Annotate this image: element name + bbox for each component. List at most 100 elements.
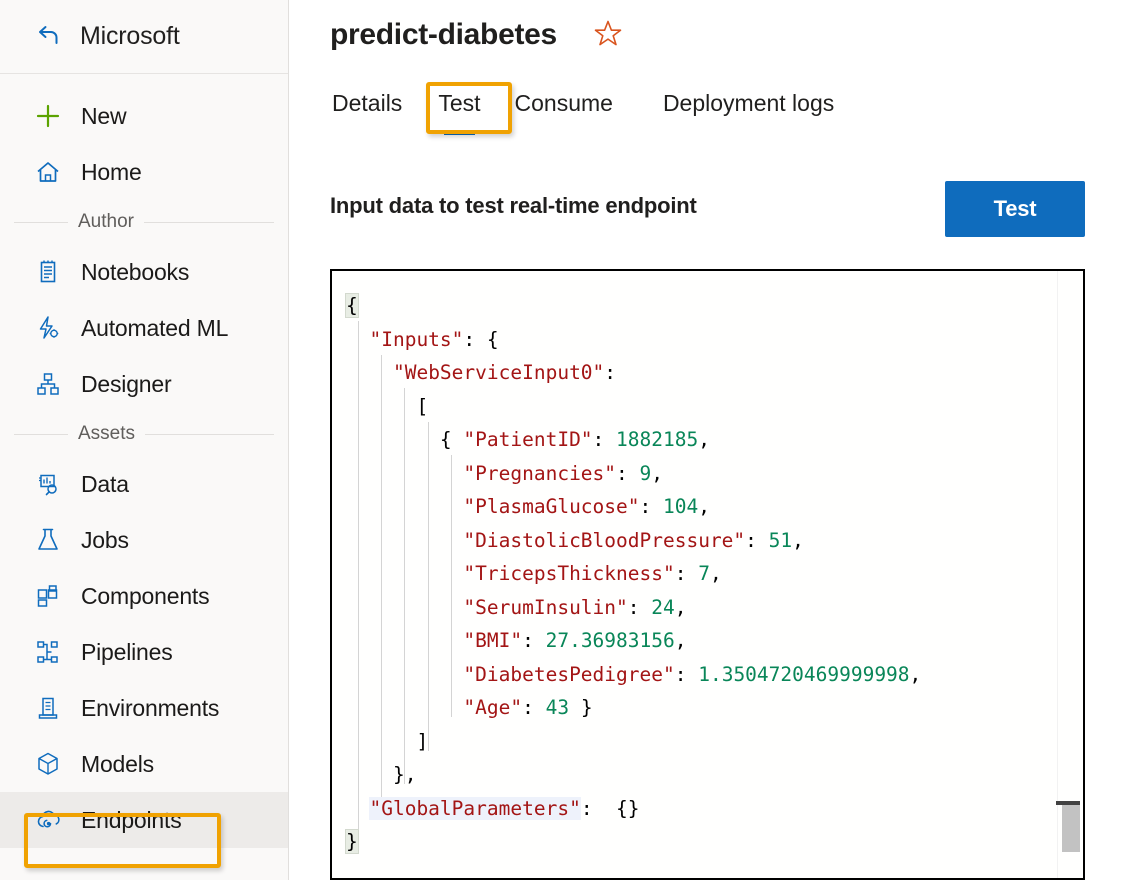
sidebar-item-pipelines[interactable]: Pipelines xyxy=(0,624,288,680)
sidebar-item-designer[interactable]: Designer xyxy=(0,356,288,412)
code-line: "TricepsThickness": 7, xyxy=(346,557,1083,591)
code-token: { xyxy=(440,428,463,451)
code-token: 104 xyxy=(663,495,698,518)
code-line: [ xyxy=(346,390,1083,424)
code-token: : xyxy=(604,361,616,384)
page-title: predict-diabetes xyxy=(330,18,557,52)
code-token: , xyxy=(698,428,710,451)
code-line: { "PatientID": 1882185, xyxy=(346,423,1083,457)
code-line: "Pregnancies": 9, xyxy=(346,457,1083,491)
test-button[interactable]: Test xyxy=(945,181,1085,237)
code-line: "DiabetesPedigree": 1.3504720469999998, xyxy=(346,658,1083,692)
tab-label: Consume xyxy=(515,90,613,116)
sidebar: Microsoft New Home Author xyxy=(0,0,289,880)
sidebar-item-home[interactable]: Home xyxy=(0,144,288,200)
sidebar-section-label: Author xyxy=(78,211,134,233)
code-token: : xyxy=(675,663,698,686)
page-header: predict-diabetes xyxy=(330,13,625,56)
sidebar-item-label: New xyxy=(81,103,126,130)
code-line: }, xyxy=(346,758,1083,792)
notebook-icon xyxy=(34,258,62,286)
code-token: "WebServiceInput0" xyxy=(393,361,604,384)
code-token: "Age" xyxy=(463,696,522,719)
endpoints-icon xyxy=(34,806,62,834)
tab-label: Deployment logs xyxy=(663,90,834,116)
sidebar-item-label: Pipelines xyxy=(81,639,173,666)
code-token: : { xyxy=(463,328,498,351)
tab-details[interactable]: Details xyxy=(330,86,404,123)
code-line: } xyxy=(346,825,1083,859)
tab-label: Details xyxy=(332,90,402,116)
divider-right xyxy=(145,434,274,435)
sidebar-item-notebooks[interactable]: Notebooks xyxy=(0,244,288,300)
code-line: ] xyxy=(346,725,1083,759)
sidebar-item-models[interactable]: Models xyxy=(0,736,288,792)
brand-row[interactable]: Microsoft xyxy=(0,0,288,74)
code-token: { xyxy=(346,294,358,317)
code-line: "BMI": 27.36983156, xyxy=(346,624,1083,658)
tab-test[interactable]: Test xyxy=(436,86,482,123)
sidebar-item-label: Notebooks xyxy=(81,259,189,286)
tab-label: Test xyxy=(438,90,480,116)
sidebar-item-automated-ml[interactable]: Automated ML xyxy=(0,300,288,356)
code-token: }, xyxy=(393,763,416,786)
star-outline-icon[interactable] xyxy=(591,17,625,56)
code-token: "DiabetesPedigree" xyxy=(463,663,674,686)
code-token: "GlobalParameters" xyxy=(369,797,580,820)
sidebar-item-label: Endpoints xyxy=(81,807,182,834)
code-token: } xyxy=(346,830,358,853)
code-token: 7 xyxy=(698,562,710,585)
jobs-icon xyxy=(34,526,62,554)
code-token: "PlasmaGlucose" xyxy=(463,495,639,518)
code-line: "SerumInsulin": 24, xyxy=(346,591,1083,625)
code-token: 24 xyxy=(651,596,674,619)
code-token: , xyxy=(698,495,710,518)
code-token: 27.36983156 xyxy=(546,629,675,652)
code-token: 9 xyxy=(640,462,652,485)
sidebar-section-author: Author xyxy=(0,200,288,244)
editor-vertical-scrollbar[interactable] xyxy=(1057,271,1083,878)
code-token: "BMI" xyxy=(463,629,522,652)
code-token: , xyxy=(792,529,804,552)
sidebar-section-assets: Assets xyxy=(0,412,288,456)
home-icon xyxy=(34,158,62,186)
sidebar-item-label: Components xyxy=(81,583,209,610)
tab-deployment-logs[interactable]: Deployment logs xyxy=(661,86,836,123)
code-token: : xyxy=(675,562,698,585)
sidebar-item-label: Automated ML xyxy=(81,315,228,342)
sidebar-item-jobs[interactable]: Jobs xyxy=(0,512,288,568)
code-token: "SerumInsulin" xyxy=(463,596,627,619)
code-token: : xyxy=(522,696,545,719)
code-token: 1882185 xyxy=(616,428,698,451)
code-token: : xyxy=(628,596,651,619)
divider-left xyxy=(14,434,68,435)
divider-right xyxy=(144,222,274,223)
code-token: : xyxy=(522,629,545,652)
main-content: predict-diabetes Details Test Consume xyxy=(290,0,1122,880)
code-line: { xyxy=(346,289,1083,323)
tab-consume[interactable]: Consume xyxy=(513,86,615,123)
code-token: : xyxy=(745,529,768,552)
scrollbar-thumb[interactable] xyxy=(1062,805,1080,852)
sidebar-item-data[interactable]: Data xyxy=(0,456,288,512)
tab-bar: Details Test Consume Deployment logs xyxy=(330,86,836,123)
divider-left xyxy=(14,222,68,223)
code-token: 43 xyxy=(546,696,569,719)
back-arrow-icon xyxy=(34,23,62,51)
json-code[interactable]: { "Inputs": { "WebServiceInput0": [ { "P… xyxy=(332,289,1083,859)
components-icon xyxy=(34,582,62,610)
sidebar-item-label: Data xyxy=(81,471,129,498)
code-token: : xyxy=(616,462,639,485)
code-token: : {} xyxy=(581,797,640,820)
sidebar-item-new[interactable]: New xyxy=(0,88,288,144)
code-token: 51 xyxy=(769,529,792,552)
data-icon xyxy=(34,470,62,498)
json-input-editor[interactable]: { "Inputs": { "WebServiceInput0": [ { "P… xyxy=(330,269,1085,880)
sidebar-item-endpoints[interactable]: Endpoints xyxy=(0,792,288,848)
sidebar-item-environments[interactable]: Environments xyxy=(0,680,288,736)
code-line: "PlasmaGlucose": 104, xyxy=(346,490,1083,524)
designer-icon xyxy=(34,370,62,398)
sidebar-item-label: Jobs xyxy=(81,527,129,554)
sidebar-item-components[interactable]: Components xyxy=(0,568,288,624)
plus-icon xyxy=(34,102,62,130)
